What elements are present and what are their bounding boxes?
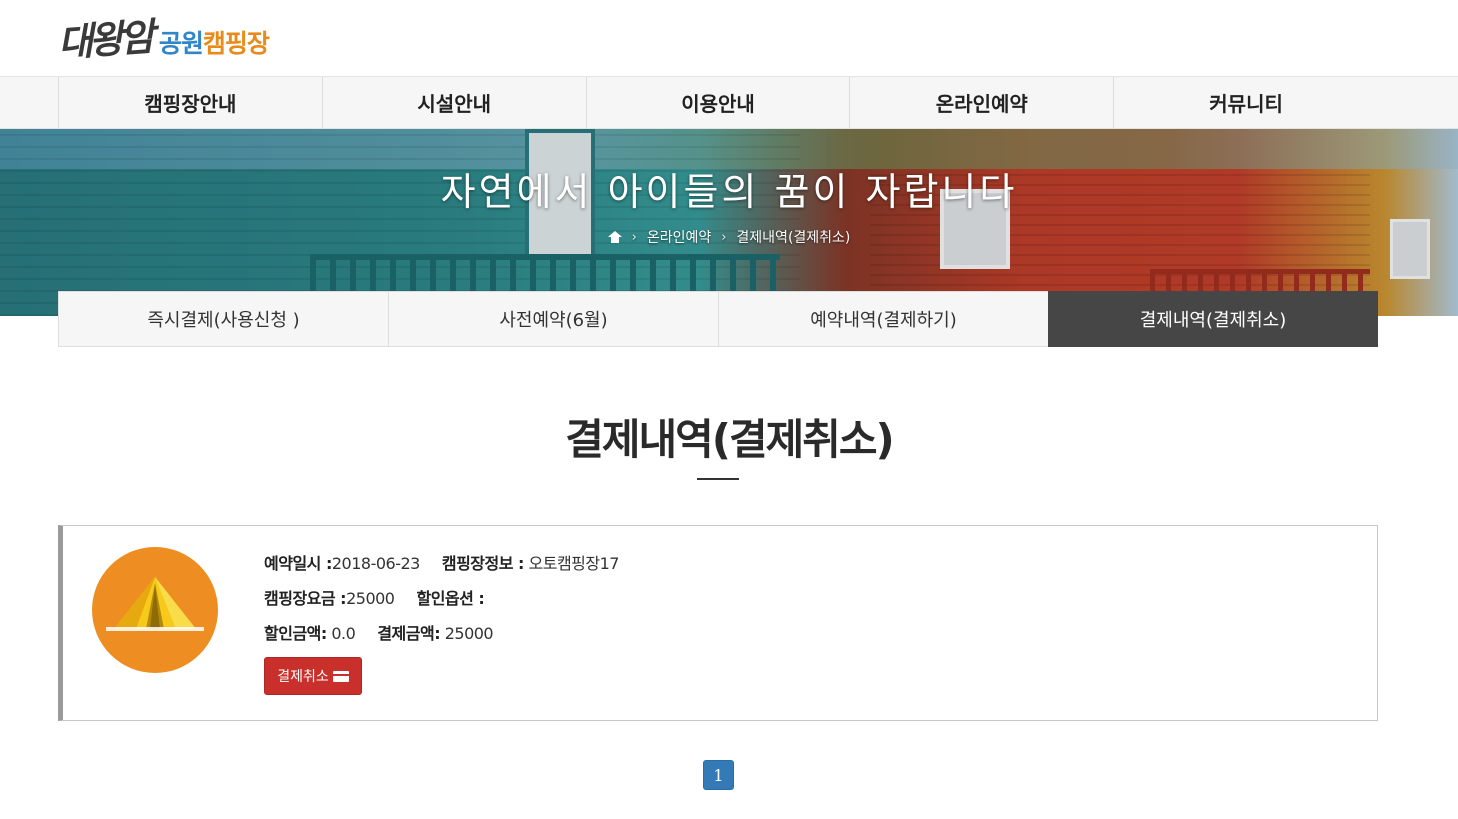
discount-amount-label: 할인금액: xyxy=(264,624,327,643)
hero-banner: 자연에서 아이들의 꿈이 자랍니다 › 온라인예약 › 결제내역(결제취소) xyxy=(0,129,1458,316)
tent-icon xyxy=(92,547,218,673)
breadcrumb-item-current: 결제내역(결제취소) xyxy=(736,230,851,246)
nav-item-community[interactable]: 커뮤니티 xyxy=(1114,77,1378,128)
reservation-date-label: 예약일시 : xyxy=(264,554,332,573)
campsite-fee: 25000 xyxy=(346,589,395,608)
hero-title: 자연에서 아이들의 꿈이 자랍니다 xyxy=(440,170,1018,214)
detail-row: 캠핑장요금 :25000 할인옵션 : xyxy=(264,587,619,622)
chevron-right-icon: › xyxy=(721,229,727,245)
campsite-fee-label: 캠핑장요금 : xyxy=(264,589,347,608)
breadcrumb: › 온라인예약 › 결제내역(결제취소) xyxy=(0,227,1458,247)
pagination-page-current[interactable]: 1 xyxy=(703,760,734,790)
tab-reservation-history[interactable]: 예약내역(결제하기) xyxy=(718,291,1048,347)
site-header: 대왕암 공원 캠핑장 xyxy=(0,0,1458,76)
sub-tabs: 즉시결제(사용신청 ) 사전예약(6월) 예약내역(결제하기) 결제내역(결제취… xyxy=(58,291,1378,347)
reservation-details: 예약일시 :2018-06-23 캠핑장정보 : 오토캠핑장17 캠핑장요금 :… xyxy=(264,552,619,657)
detail-row: 예약일시 :2018-06-23 캠핑장정보 : 오토캠핑장17 xyxy=(264,552,619,587)
nav-item-usage-guide[interactable]: 이용안내 xyxy=(587,77,851,128)
campsite-info: 오토캠핑장17 xyxy=(528,554,620,573)
site-logo[interactable]: 대왕암 공원 캠핑장 xyxy=(56,8,270,66)
tab-advance-reservation[interactable]: 사전예약(6월) xyxy=(388,291,718,347)
page-title: 결제내역(결제취소) xyxy=(565,415,895,464)
reservation-date: 2018-06-23 xyxy=(331,554,420,573)
nav-item-online-reservation[interactable]: 온라인예약 xyxy=(850,77,1115,128)
logo-text-main: 대왕암 xyxy=(56,13,153,66)
logo-text-park: 공원 xyxy=(158,29,204,58)
nav-item-facilities[interactable]: 시설안내 xyxy=(323,77,587,128)
chevron-right-icon: › xyxy=(631,229,637,245)
discount-amount: 0.0 xyxy=(331,624,356,643)
reservation-card: 예약일시 :2018-06-23 캠핑장정보 : 오토캠핑장17 캠핑장요금 :… xyxy=(58,525,1378,721)
tab-payment-history[interactable]: 결제내역(결제취소) xyxy=(1048,291,1378,347)
title-divider xyxy=(697,478,739,480)
payment-amount-label: 결제금액: xyxy=(377,624,441,643)
detail-row: 할인금액: 0.0 결제금액: 25000 xyxy=(264,622,619,657)
breadcrumb-item-online-reservation[interactable]: 온라인예약 xyxy=(647,227,711,247)
nav-item-camping-guide[interactable]: 캠핑장안내 xyxy=(59,77,323,128)
campsite-info-label: 캠핑장정보 : xyxy=(441,554,525,573)
cancel-payment-button[interactable]: 결제취소 xyxy=(264,657,362,695)
discount-option-label: 할인옵션 : xyxy=(416,589,485,608)
tab-instant-payment[interactable]: 즉시결제(사용신청 ) xyxy=(58,291,388,347)
home-icon[interactable] xyxy=(607,231,622,243)
credit-card-icon xyxy=(332,670,349,682)
main-navigation: 캠핑장안내 시설안내 이용안내 온라인예약 커뮤니티 xyxy=(0,76,1458,129)
logo-text-camping: 캠핑장 xyxy=(202,29,270,58)
tent-graphic xyxy=(106,577,204,631)
payment-amount: 25000 xyxy=(444,624,494,643)
cancel-payment-label: 결제취소 xyxy=(277,669,329,685)
